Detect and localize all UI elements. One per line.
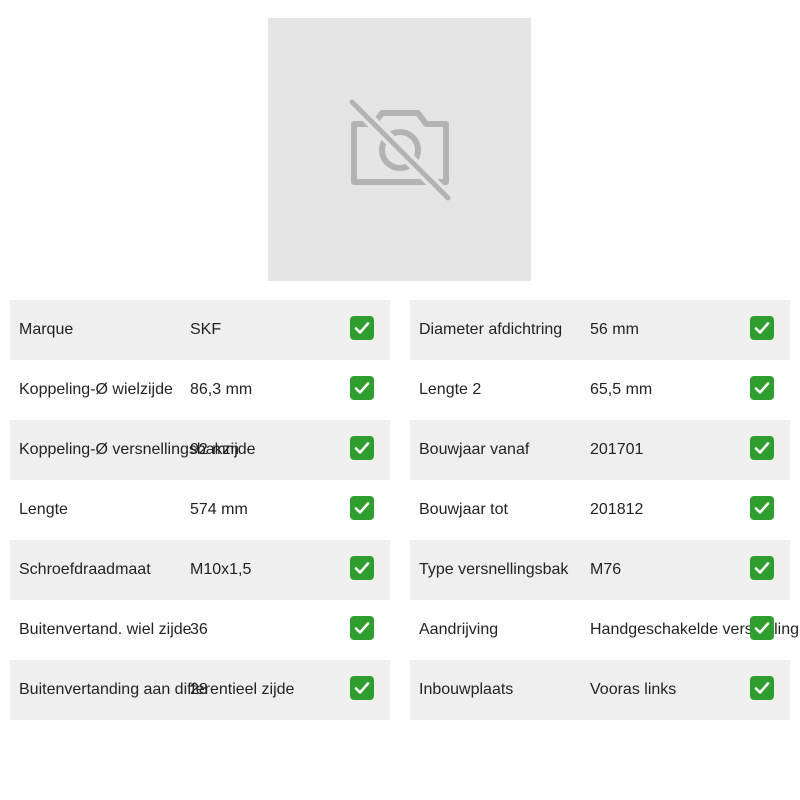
check-box-icon <box>350 376 374 400</box>
check-box-icon <box>350 676 374 700</box>
spec-row: Bouwjaar vanaf 201701 <box>410 420 790 480</box>
spec-label: Buitenvertand. wiel zijde <box>19 621 192 638</box>
spec-label: Lengte <box>19 501 68 518</box>
check-box-icon <box>750 496 774 520</box>
check-box-icon <box>350 556 374 580</box>
spec-row: Lengte 574 mm <box>10 480 390 540</box>
spec-label: Diameter afdichtring <box>419 321 563 338</box>
spec-value: 574 mm <box>190 501 248 518</box>
spec-value: 92 mm <box>190 441 239 458</box>
spec-value: 56 mm <box>590 321 639 338</box>
spec-row: Type versnellingsbak M76 <box>410 540 790 600</box>
product-image-placeholder <box>268 18 531 281</box>
spec-row: Schroefdraadmaat M10x1,5 <box>10 540 390 600</box>
spec-value: Vooras links <box>590 681 677 698</box>
spec-row: Marque SKF <box>10 300 390 360</box>
check-box-icon <box>750 376 774 400</box>
check-box-icon <box>750 556 774 580</box>
spec-value: 201812 <box>590 501 644 518</box>
spec-row: Koppeling-Ø versnellingsbakzijde 92 mm <box>10 420 390 480</box>
spec-label: Type versnellingsbak <box>419 561 569 578</box>
spec-label: Bouwjaar vanaf <box>419 441 530 458</box>
spec-row: Diameter afdichtring 56 mm <box>410 300 790 360</box>
spec-value: 201701 <box>590 441 644 458</box>
check-box-icon <box>350 616 374 640</box>
spec-row: Buitenvertand. wiel zijde 36 <box>10 600 390 660</box>
spec-label: Schroefdraadmaat <box>19 561 151 578</box>
spec-label: Bouwjaar tot <box>419 501 508 518</box>
check-box-icon <box>750 316 774 340</box>
spec-label: Marque <box>19 321 74 338</box>
spec-label: Buitenvertanding aan differentieel zijde <box>19 681 295 698</box>
spec-value: SKF <box>190 321 222 338</box>
spec-value: 65,5 mm <box>590 381 653 398</box>
spec-row: Inbouwplaats Vooras links <box>410 660 790 720</box>
check-box-icon <box>750 676 774 700</box>
spec-row: Aandrijving Handgeschakelde versnelling <box>410 600 799 660</box>
spec-label: Inbouwplaats <box>419 681 514 698</box>
check-box-icon <box>350 316 374 340</box>
spec-value: M76 <box>590 561 622 578</box>
specs-table-right: Diameter afdichtring 56 mm Lengte 2 65,5… <box>410 300 799 720</box>
spec-value: 28 <box>190 681 208 698</box>
specs-table-left: Marque SKF Koppeling-Ø wielzijde 86,3 mm… <box>10 300 390 720</box>
spec-row: Bouwjaar tot 201812 <box>410 480 790 540</box>
check-box-icon <box>750 616 774 640</box>
no-camera-icon <box>348 98 452 202</box>
spec-value: M10x1,5 <box>190 561 252 578</box>
spec-label: Lengte 2 <box>419 381 482 398</box>
spec-label: Aandrijving <box>419 621 499 638</box>
check-box-icon <box>350 496 374 520</box>
spec-row: Buitenvertanding aan differentieel zijde… <box>10 660 390 720</box>
spec-label: Koppeling-Ø wielzijde <box>19 381 173 398</box>
check-box-icon <box>350 436 374 460</box>
spec-value: 86,3 mm <box>190 381 253 398</box>
check-box-icon <box>750 436 774 460</box>
spec-row: Koppeling-Ø wielzijde 86,3 mm <box>10 360 390 420</box>
spec-value: 36 <box>190 621 208 638</box>
spec-row: Lengte 2 65,5 mm <box>410 360 790 420</box>
